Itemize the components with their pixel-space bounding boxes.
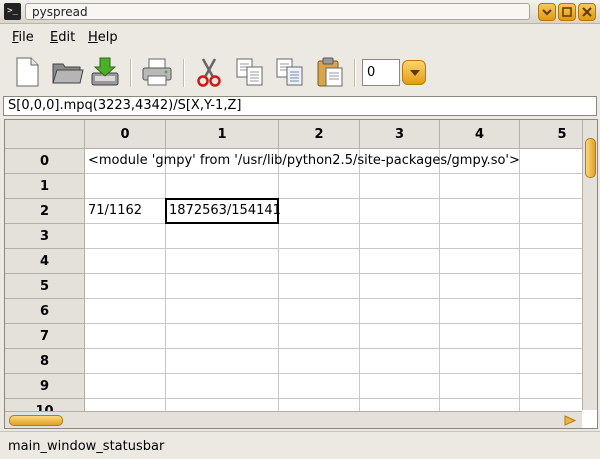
print-button[interactable] [140, 55, 174, 89]
formula-bar[interactable]: S[0,0,0].mpq(3223,4342)/S[X,Y-1,Z] [3, 96, 597, 116]
save-button[interactable] [88, 55, 122, 89]
terminal-icon[interactable]: >_ [4, 3, 21, 20]
column-header-3[interactable]: 3 [360, 120, 440, 149]
open-button[interactable] [50, 55, 84, 89]
folder-open-icon [52, 63, 84, 84]
zoom-input[interactable] [362, 59, 400, 86]
row-header-2[interactable]: 2 [5, 199, 85, 224]
spreadsheet-grid[interactable]: 012345012345678910<module 'gmpy' from '/… [4, 119, 598, 429]
title-bar: >_ pyspread [0, 0, 600, 24]
formula-text: S[0,0,0].mpq(3223,4342)/S[X,Y-1,Z] [8, 98, 242, 113]
row-header-1[interactable]: 1 [5, 174, 85, 199]
toolbar-separator [354, 59, 356, 87]
status-bar: main_window_statusbar [0, 431, 600, 459]
copy-icon [236, 58, 263, 86]
row-header-3[interactable]: 3 [5, 224, 85, 249]
horizontal-scrollbar[interactable] [5, 411, 582, 428]
maximize-button[interactable] [558, 3, 576, 21]
window-title: pyspread [32, 5, 88, 19]
row-header-6[interactable]: 6 [5, 299, 85, 324]
column-header-1[interactable]: 1 [166, 120, 279, 149]
selected-cell-cursor[interactable] [165, 198, 279, 224]
vertical-scroll-thumb[interactable] [585, 138, 596, 178]
menu-bar: File Edit Help [0, 25, 600, 49]
chevron-down-icon [410, 70, 420, 76]
column-header-4[interactable]: 4 [440, 120, 520, 149]
grid-corner[interactable] [5, 120, 85, 149]
paste-button[interactable] [313, 55, 347, 89]
row-header-9[interactable]: 9 [5, 374, 85, 399]
row-header-8[interactable]: 8 [5, 349, 85, 374]
status-text: main_window_statusbar [8, 439, 165, 454]
row-header-0[interactable]: 0 [5, 149, 85, 174]
close-button[interactable] [578, 3, 596, 21]
new-button[interactable] [10, 55, 44, 89]
new-file-icon [16, 57, 39, 87]
maximize-icon [562, 7, 572, 17]
paste-icon [317, 57, 343, 87]
cell-r2-c0[interactable]: 71/1162 [88, 203, 142, 218]
column-header-0[interactable]: 0 [85, 120, 166, 149]
menu-file[interactable]: File [12, 30, 34, 45]
menu-help[interactable]: Help [88, 30, 118, 45]
toolbar [0, 50, 600, 94]
toolbar-separator [183, 59, 185, 87]
save-icon [91, 57, 119, 86]
window-title-box: pyspread [25, 3, 530, 20]
copy-results-icon [276, 58, 303, 86]
zoom-combo[interactable] [362, 59, 426, 86]
horizontal-scroll-thumb[interactable] [9, 415, 63, 426]
scissors-icon [197, 58, 221, 87]
row-header-7[interactable]: 7 [5, 324, 85, 349]
vertical-scrollbar[interactable] [582, 120, 597, 410]
minimize-button[interactable] [538, 3, 556, 21]
toolbar-separator [130, 59, 132, 87]
row-header-5[interactable]: 5 [5, 274, 85, 299]
row-header-4[interactable]: 4 [5, 249, 85, 274]
printer-icon [142, 58, 172, 86]
zoom-dropdown-button[interactable] [402, 60, 426, 85]
scroll-right-arrow-icon[interactable] [564, 415, 576, 426]
copy-button[interactable] [233, 55, 267, 89]
cell-r0-c0[interactable]: <module 'gmpy' from '/usr/lib/python2.5/… [88, 153, 520, 168]
menu-edit[interactable]: Edit [50, 30, 75, 45]
close-icon [582, 7, 592, 17]
chevron-down-icon [542, 9, 552, 16]
copy-results-button[interactable] [273, 55, 307, 89]
cut-button[interactable] [192, 55, 226, 89]
column-header-2[interactable]: 2 [279, 120, 360, 149]
